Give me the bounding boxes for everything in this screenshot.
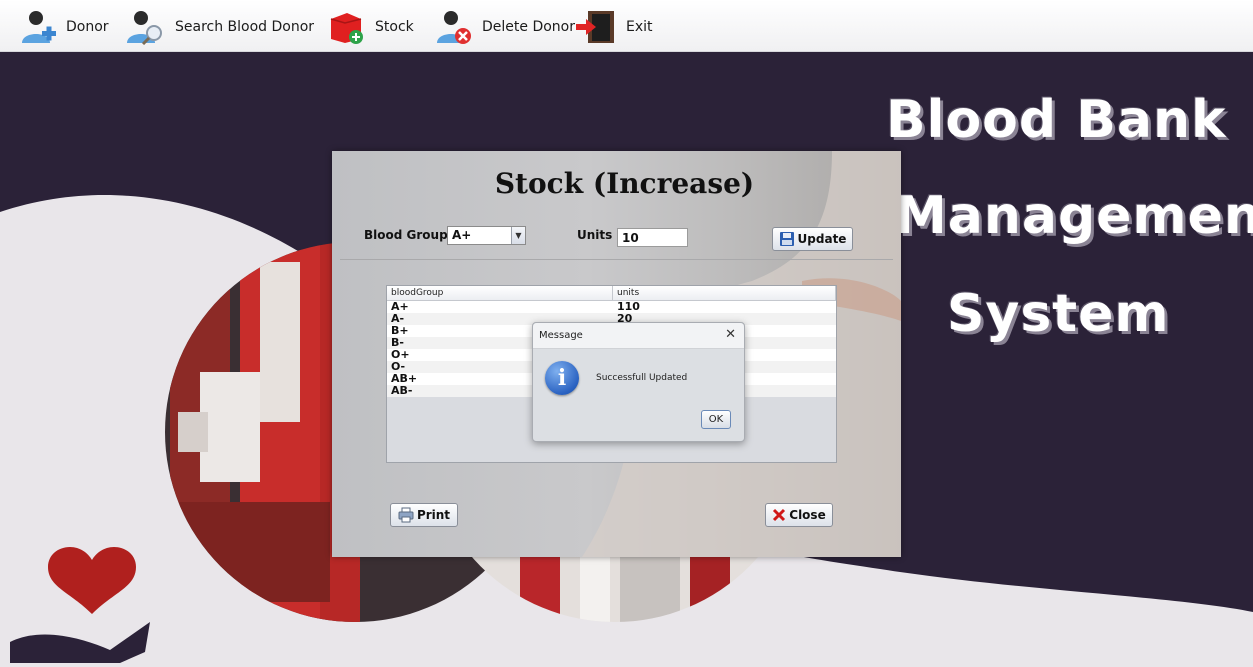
blood-group-label: Blood Group — [364, 228, 448, 242]
chevron-down-icon[interactable]: ▼ — [511, 227, 525, 244]
search-donor-icon — [127, 11, 162, 45]
dialog-message: Successfull Updated — [596, 373, 688, 383]
menu-delete-donor[interactable]: Delete Donor — [434, 8, 575, 46]
update-button-label: Update — [797, 232, 847, 246]
ok-button[interactable]: OK — [701, 410, 731, 429]
delete-donor-icon — [437, 11, 471, 44]
message-dialog: Message ✕ i Successfull Updated OK — [532, 322, 745, 442]
cell-units: 110 — [617, 300, 640, 313]
exit-door-icon — [576, 11, 614, 43]
menu-search-blood-donor[interactable]: Search Blood Donor — [125, 8, 314, 46]
app-title-line-3: System — [947, 284, 1170, 344]
menu-exit-label: Exit — [626, 19, 653, 35]
app-title-line-2: Management — [895, 186, 1253, 246]
printer-icon — [398, 507, 414, 523]
blood-group-value: A+ — [452, 228, 472, 242]
app-title-line-1: Blood Bank — [886, 90, 1227, 150]
column-header-units[interactable]: units — [613, 286, 836, 300]
menu-search-blood-donor-label: Search Blood Donor — [175, 19, 315, 35]
dialog-title: Message — [539, 330, 583, 341]
close-button-label: Close — [789, 508, 826, 522]
dialog-close-icon[interactable]: ✕ — [725, 327, 736, 342]
units-input[interactable]: 10 — [617, 228, 688, 247]
menu-stock-label: Stock — [375, 19, 414, 35]
menu-delete-donor-label: Delete Donor — [482, 19, 575, 35]
top-menubar: Donor Search Blood Donor Stock Delete Do… — [0, 0, 1253, 52]
close-x-icon — [773, 508, 786, 522]
blood-group-select[interactable]: A+ ▼ — [447, 226, 526, 245]
header-divider — [340, 259, 893, 260]
save-floppy-icon — [779, 232, 794, 246]
print-button-label: Print — [416, 508, 451, 522]
units-label: Units — [577, 228, 613, 242]
menu-donor[interactable]: Donor — [18, 8, 109, 46]
print-button[interactable]: Print — [390, 503, 458, 527]
menu-donor-label: Donor — [66, 19, 109, 35]
add-donor-icon — [22, 11, 56, 43]
dialog-titlebar: Message ✕ — [533, 323, 744, 349]
info-icon: i — [545, 361, 579, 395]
update-button[interactable]: Update — [772, 227, 853, 251]
cell-blood-group: A+ — [391, 300, 409, 313]
stock-title: Stock (Increase) — [494, 167, 755, 200]
column-header-bloodgroup[interactable]: bloodGroup — [387, 286, 613, 300]
menu-stock[interactable]: Stock — [325, 8, 414, 46]
menu-exit[interactable]: Exit — [574, 8, 653, 46]
table-header: bloodGroup units — [387, 286, 836, 301]
table-row[interactable]: A+ 110 — [387, 301, 836, 313]
stock-box-icon — [330, 13, 363, 44]
close-button[interactable]: Close — [765, 503, 833, 527]
